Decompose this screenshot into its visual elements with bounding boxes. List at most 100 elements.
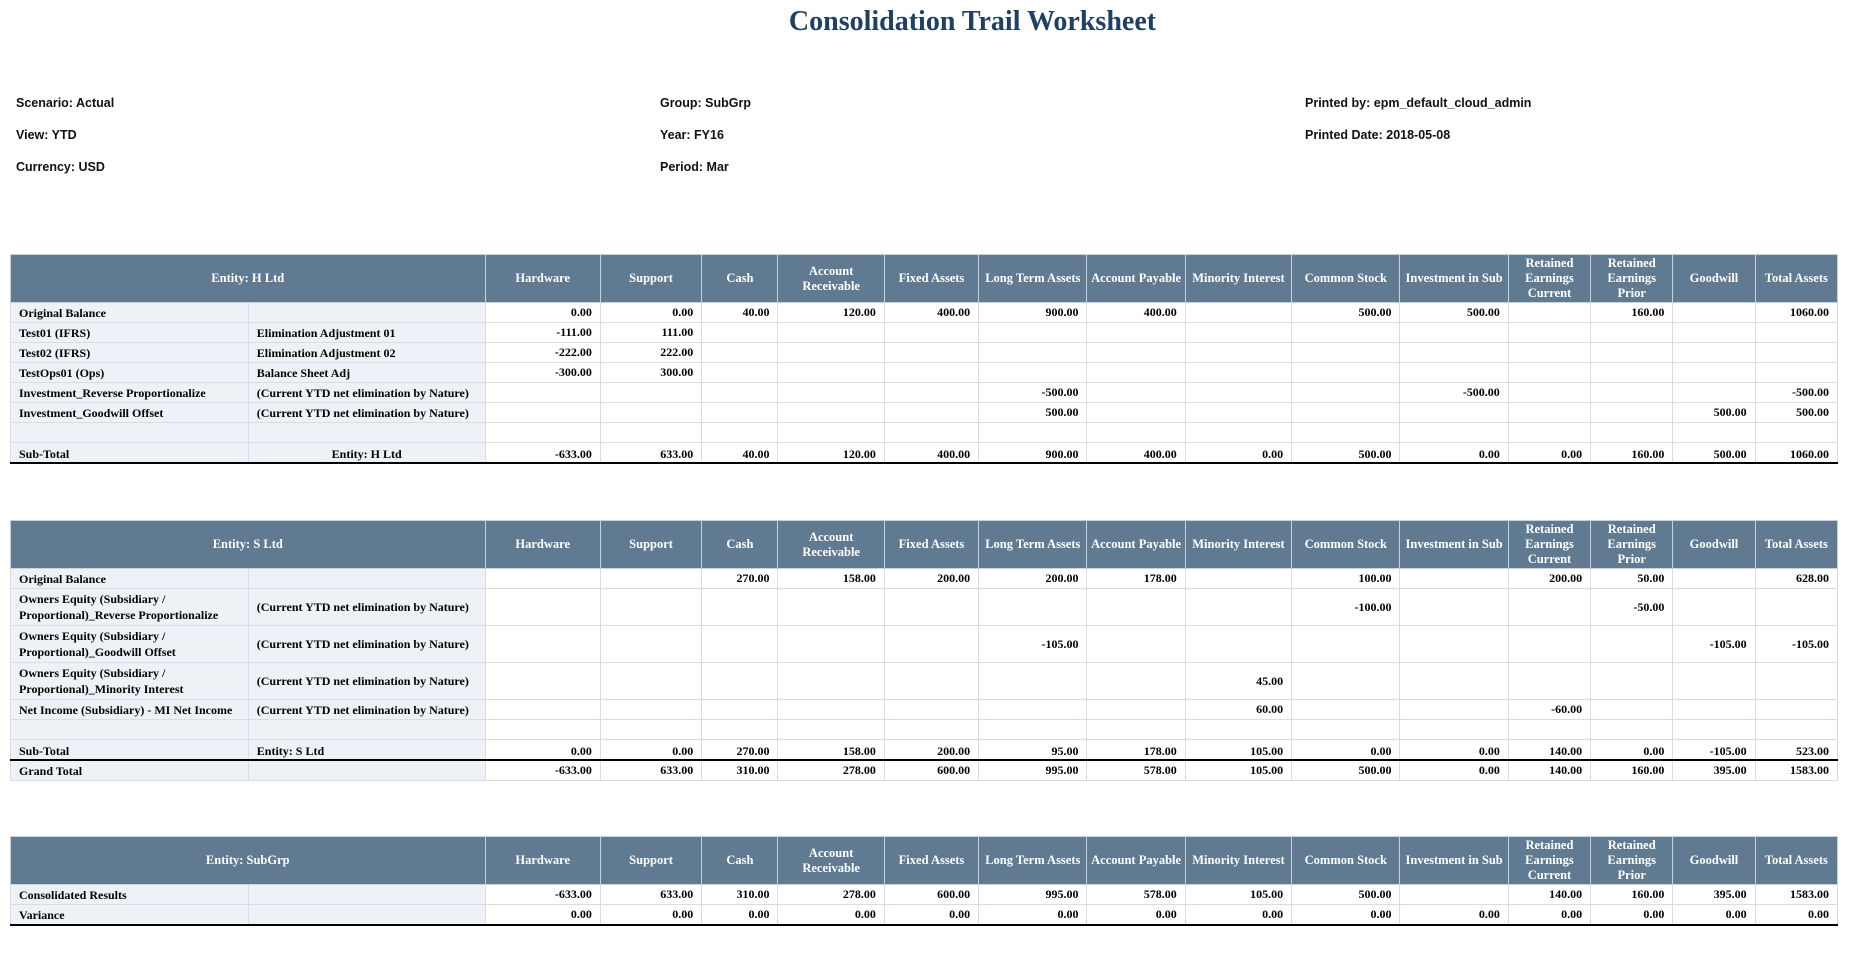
value-cell: 0.00 bbox=[1291, 739, 1401, 761]
table-row: Investment_Reverse Proportionalize (Curre… bbox=[10, 382, 1839, 403]
value-cell: 0.00 bbox=[484, 739, 601, 761]
value-cell bbox=[1291, 625, 1401, 663]
value-cell bbox=[1507, 662, 1592, 700]
value-cell: 578.00 bbox=[1086, 884, 1186, 905]
value-cell bbox=[1184, 322, 1293, 343]
row-description: (Current YTD net elimination by Nature) bbox=[247, 625, 486, 663]
column-header: Support bbox=[599, 254, 703, 303]
value-cell: 40.00 bbox=[701, 302, 779, 323]
value-cell bbox=[1291, 402, 1401, 423]
value-cell bbox=[1086, 382, 1186, 403]
value-cell bbox=[484, 382, 601, 403]
value-cell: 158.00 bbox=[777, 739, 885, 761]
value-cell bbox=[777, 699, 885, 720]
spacer-cell bbox=[599, 719, 703, 740]
value-cell: -633.00 bbox=[484, 884, 601, 905]
value-cell bbox=[1590, 662, 1674, 700]
spacer-cell bbox=[1184, 719, 1293, 740]
row-label: Investment_Reverse Proportionalize bbox=[10, 382, 249, 403]
value-cell bbox=[1086, 588, 1186, 626]
value-cell bbox=[1291, 699, 1401, 720]
row-description: (Current YTD net elimination by Nature) bbox=[247, 699, 486, 720]
value-cell: 270.00 bbox=[701, 568, 779, 589]
value-cell: 578.00 bbox=[1086, 759, 1186, 781]
column-header: Investment in Sub bbox=[1399, 836, 1509, 885]
value-cell: 222.00 bbox=[599, 342, 703, 363]
value-cell: 633.00 bbox=[599, 442, 703, 464]
value-cell: 0.00 bbox=[1590, 739, 1674, 761]
value-cell: 0.00 bbox=[1086, 904, 1186, 926]
value-cell bbox=[599, 382, 703, 403]
value-cell bbox=[1291, 662, 1401, 700]
value-cell: -500.00 bbox=[978, 382, 1088, 403]
spacer-cell bbox=[883, 422, 980, 443]
value-cell: 395.00 bbox=[1672, 884, 1756, 905]
value-cell bbox=[777, 382, 885, 403]
entity-header: Entity: S Ltd bbox=[10, 520, 486, 569]
value-cell bbox=[777, 625, 885, 663]
value-cell bbox=[1507, 402, 1592, 423]
value-cell bbox=[599, 568, 703, 589]
row-description bbox=[247, 904, 486, 926]
column-header: Fixed Assets bbox=[883, 836, 980, 885]
table-row: Net Income (Subsidiary) - MI Net Income(… bbox=[10, 699, 1839, 720]
value-cell bbox=[883, 342, 980, 363]
value-cell bbox=[1399, 362, 1509, 383]
value-cell bbox=[883, 322, 980, 343]
row-label: Owners Equity (Subsidiary / Proportional… bbox=[10, 625, 249, 663]
spacer-cell bbox=[1184, 422, 1293, 443]
value-cell: 40.00 bbox=[701, 442, 779, 464]
value-cell bbox=[1507, 342, 1592, 363]
value-cell: -111.00 bbox=[484, 322, 601, 343]
value-cell bbox=[1590, 382, 1674, 403]
subtotal-row: Sub-Total Entity: H Ltd -633.00 633.00 40.00… bbox=[10, 442, 1839, 464]
row-description bbox=[247, 759, 486, 781]
value-cell bbox=[978, 362, 1088, 383]
spacer-cell bbox=[1507, 422, 1592, 443]
value-cell: 160.00 bbox=[1590, 759, 1674, 781]
value-cell: 140.00 bbox=[1507, 759, 1592, 781]
spacer-cell bbox=[1399, 719, 1509, 740]
value-cell bbox=[883, 662, 980, 700]
value-cell: 158.00 bbox=[777, 568, 885, 589]
value-cell: 0.00 bbox=[1399, 739, 1509, 761]
value-cell: 1583.00 bbox=[1754, 759, 1839, 781]
value-cell: 400.00 bbox=[883, 442, 980, 464]
value-cell bbox=[1086, 402, 1186, 423]
value-cell bbox=[1086, 362, 1186, 383]
spacer-cell bbox=[1590, 719, 1674, 740]
value-cell: 278.00 bbox=[777, 759, 885, 781]
value-cell: 0.00 bbox=[883, 904, 980, 926]
value-cell bbox=[1590, 699, 1674, 720]
group-label: Group: SubGrp bbox=[660, 96, 751, 110]
value-cell: 0.00 bbox=[599, 904, 703, 926]
value-cell: 500.00 bbox=[1672, 402, 1756, 423]
value-cell: 995.00 bbox=[978, 884, 1088, 905]
column-header: Support bbox=[599, 520, 703, 569]
value-cell bbox=[1672, 699, 1756, 720]
value-cell bbox=[1507, 625, 1592, 663]
value-cell bbox=[1590, 342, 1674, 363]
row-description bbox=[247, 568, 486, 589]
column-header: Common Stock bbox=[1291, 836, 1401, 885]
value-cell: 0.00 bbox=[978, 904, 1088, 926]
printed-by-label: Printed by: epm_default_cloud_admin bbox=[1305, 96, 1532, 110]
value-cell: 0.00 bbox=[1399, 904, 1509, 926]
value-cell bbox=[883, 382, 980, 403]
spacer-cell bbox=[1754, 719, 1839, 740]
table-row: Test02 (IFRS) Elimination Adjustment 02 -2… bbox=[10, 342, 1839, 363]
row-label: Owners Equity (Subsidiary / Proportional… bbox=[10, 588, 249, 626]
value-cell bbox=[883, 625, 980, 663]
value-cell bbox=[484, 662, 601, 700]
value-cell: -500.00 bbox=[1399, 382, 1509, 403]
value-cell: 300.00 bbox=[599, 362, 703, 383]
value-cell: 200.00 bbox=[883, 568, 980, 589]
table-row: Original Balance 270.00 158.00 200.00 200.00… bbox=[10, 568, 1839, 589]
value-cell: 600.00 bbox=[883, 884, 980, 905]
entity-header: Entity: H Ltd bbox=[10, 254, 486, 303]
value-cell bbox=[1672, 662, 1756, 700]
worksheet-table-s-ltd: Entity: S Ltd Hardware Support Cash Account … bbox=[10, 520, 1839, 781]
spacer-cell bbox=[1086, 422, 1186, 443]
value-cell bbox=[1184, 362, 1293, 383]
value-cell bbox=[1184, 302, 1293, 323]
